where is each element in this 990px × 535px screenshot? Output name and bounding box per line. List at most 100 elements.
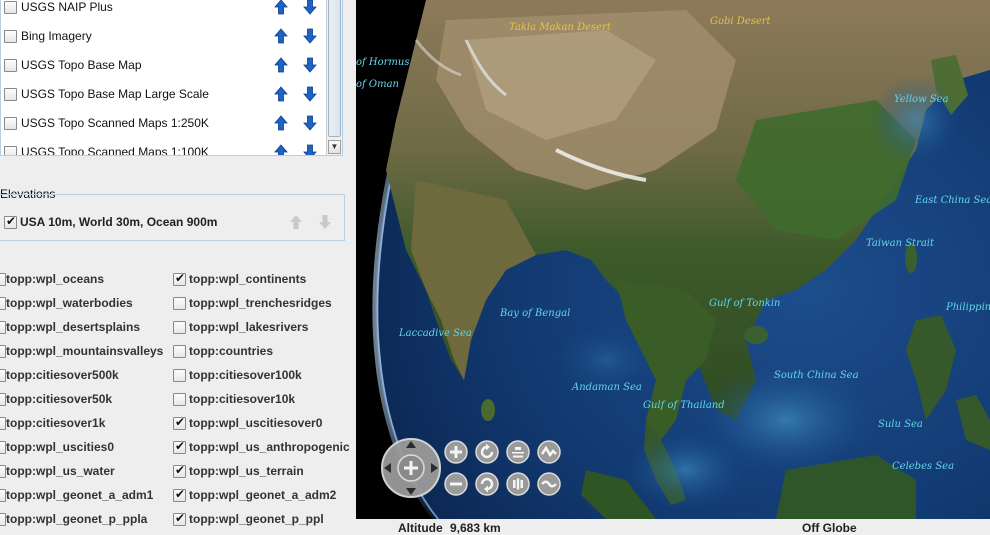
imagery-layer-list[interactable]: USGS NAIP Plus Bing Imagery USGS Topo Base…: [0, 0, 343, 156]
elevation-move-up-button[interactable]: [287, 213, 305, 231]
wfs-layer-item[interactable]: topp:countries: [173, 340, 356, 360]
imagery-layer-label: Bing Imagery: [21, 29, 92, 43]
imagery-layer-checkbox[interactable]: [4, 146, 17, 155]
imagery-layer-checkbox[interactable]: [4, 88, 17, 101]
move-down-arrow-icon[interactable]: [301, 56, 319, 74]
imagery-list-scrollbar[interactable]: ▼: [326, 0, 342, 155]
place-label-south-china-sea: South China Sea: [774, 370, 859, 381]
wfs-layer-item[interactable]: topp:citiesover500k: [0, 364, 168, 384]
imagery-layer-row[interactable]: USGS Topo Base Map: [1, 51, 326, 80]
wfs-layer-item[interactable]: topp:wpl_uscitiesover0: [173, 412, 356, 432]
heading-rotate-icon[interactable]: [475, 440, 499, 464]
wfs-layer-checkbox[interactable]: [173, 271, 186, 286]
move-up-arrow-icon[interactable]: [272, 114, 290, 132]
move-down-arrow-icon[interactable]: [301, 114, 319, 132]
wfs-layer-checkbox[interactable]: [173, 393, 186, 406]
place-label-bay-of-bengal: Bay of Bengal: [500, 308, 571, 319]
move-up-arrow-icon[interactable]: [272, 27, 290, 45]
imagery-layer-checkbox[interactable]: [4, 30, 17, 43]
pitch-down-icon[interactable]: [506, 472, 530, 496]
view-controls: [380, 437, 570, 499]
wfs-layer-checkbox[interactable]: [173, 369, 186, 382]
imagery-layer-row[interactable]: Bing Imagery: [1, 22, 326, 51]
imagery-layer-row[interactable]: USGS NAIP Plus: [1, 0, 326, 22]
wfs-layer-label: topp:wpl_geonet_p_ppla: [6, 512, 148, 526]
move-down-arrow-icon[interactable]: [301, 0, 319, 16]
elevation-layer-checkbox[interactable]: [4, 214, 17, 229]
wfs-layer-checkbox[interactable]: [173, 511, 186, 526]
wfs-layer-label: topp:wpl_mountainsvalleys: [6, 344, 164, 358]
wfs-layer-label: topp:wpl_uscitiesover0: [189, 416, 323, 430]
wfs-layer-item[interactable]: topp:citiesover100k: [173, 364, 356, 384]
scroll-down-arrow-icon[interactable]: ▼: [328, 140, 341, 154]
place-label-yellow-sea: Yellow Sea: [894, 94, 949, 105]
wfs-layer-item[interactable]: topp:wpl_oceans: [0, 268, 168, 288]
zoom-in-icon[interactable]: [444, 440, 468, 464]
wfs-layer-item[interactable]: topp:wpl_continents: [173, 268, 356, 288]
world-wind-globe-view[interactable]: Takla Makan Desert Gobi Desert of Hormus of…: [356, 0, 990, 519]
wfs-layer-label: topp:wpl_uscities0: [6, 440, 115, 454]
wfs-layer-label: topp:wpl_us_terrain: [189, 464, 304, 478]
move-up-arrow-icon[interactable]: [272, 85, 290, 103]
pan-control-icon[interactable]: [380, 437, 442, 499]
wfs-layer-checkbox[interactable]: [173, 487, 186, 502]
wfs-layer-item[interactable]: topp:wpl_geonet_p_ppla: [0, 508, 168, 528]
wfs-layer-item[interactable]: topp:wpl_us_water: [0, 460, 168, 480]
imagery-layer-label: USGS Topo Base Map Large Scale: [21, 87, 209, 101]
wfs-layer-checkbox[interactable]: [173, 297, 186, 310]
wfs-layer-item[interactable]: topp:citiesover10k: [173, 388, 356, 408]
scrollbar-thumb[interactable]: [328, 0, 341, 137]
place-label-gulf-of-thailand: Gulf of Thailand: [643, 400, 725, 411]
imagery-layer-checkbox[interactable]: [4, 117, 17, 130]
wfs-layer-label: topp:countries: [189, 344, 273, 358]
wfs-layer-label: topp:wpl_oceans: [6, 272, 105, 286]
wfs-layer-item[interactable]: topp:wpl_mountainsvalleys: [0, 340, 168, 360]
imagery-layer-checkbox[interactable]: [4, 1, 17, 14]
imagery-layer-row[interactable]: USGS Topo Scanned Maps 1:100K: [1, 138, 326, 155]
wfs-layer-checkbox[interactable]: [173, 439, 186, 454]
heading-reset-icon[interactable]: [475, 472, 499, 496]
exaggeration-up-icon[interactable]: [537, 440, 561, 464]
wfs-layer-item[interactable]: topp:citiesover1k: [0, 412, 168, 432]
move-down-arrow-icon[interactable]: [301, 85, 319, 103]
wfs-layer-item[interactable]: topp:wpl_geonet_a_adm1: [0, 484, 168, 504]
zoom-out-icon[interactable]: [444, 472, 468, 496]
layer-panel: USGS NAIP Plus Bing Imagery USGS Topo Base…: [0, 0, 356, 535]
elevation-move-down-button[interactable]: [316, 213, 334, 231]
place-label-east-china-sea: East China Sea: [915, 195, 990, 206]
move-down-arrow-icon[interactable]: [301, 27, 319, 45]
imagery-layer-row[interactable]: USGS Topo Base Map Large Scale: [1, 80, 326, 109]
imagery-layer-checkbox[interactable]: [4, 59, 17, 72]
wfs-layer-item[interactable]: topp:wpl_us_anthropogenic: [173, 436, 356, 456]
wfs-layer-checkbox[interactable]: [173, 321, 186, 334]
pitch-up-icon[interactable]: [506, 440, 530, 464]
place-label-philippine: Philippine: [946, 302, 990, 313]
wfs-layer-item[interactable]: topp:wpl_desertsplains: [0, 316, 168, 336]
wfs-layer-checkbox[interactable]: [173, 415, 186, 430]
wfs-layer-checkbox[interactable]: [173, 345, 186, 358]
place-label-of-oman: of Oman: [356, 79, 399, 90]
place-label-gulf-of-tonkin: Gulf of Tonkin: [709, 298, 781, 309]
wfs-layer-item[interactable]: topp:wpl_geonet_a_adm2: [173, 484, 356, 504]
place-label-andaman-sea: Andaman Sea: [572, 382, 642, 393]
wfs-layer-item[interactable]: topp:wpl_us_terrain: [173, 460, 356, 480]
imagery-layer-row[interactable]: USGS Topo Scanned Maps 1:250K: [1, 109, 326, 138]
wfs-layer-item[interactable]: topp:wpl_trenchesridges: [173, 292, 356, 312]
exaggeration-down-icon[interactable]: [537, 472, 561, 496]
wfs-layer-item[interactable]: topp:wpl_geonet_p_ppl: [173, 508, 356, 528]
move-up-arrow-icon[interactable]: [272, 143, 290, 155]
wfs-layer-checkbox[interactable]: [173, 463, 186, 478]
move-up-arrow-icon[interactable]: [272, 0, 290, 16]
wfs-layer-item[interactable]: topp:wpl_uscities0: [0, 436, 168, 456]
move-down-arrow-icon[interactable]: [301, 143, 319, 155]
wfs-layer-label: topp:citiesover1k: [6, 416, 106, 430]
wfs-layer-item[interactable]: topp:citiesover50k: [0, 388, 168, 408]
wfs-layer-item[interactable]: topp:wpl_waterbodies: [0, 292, 168, 312]
place-label-takla-makan-desert: Takla Makan Desert: [509, 22, 611, 33]
place-label-of-hormus: of Hormus: [356, 57, 410, 68]
wfs-layer-label: topp:wpl_us_anthropogenic: [189, 440, 350, 454]
wfs-layer-label: topp:wpl_us_water: [6, 464, 115, 478]
move-up-arrow-icon[interactable]: [272, 56, 290, 74]
wfs-layer-item[interactable]: topp:wpl_lakesrivers: [173, 316, 356, 336]
wfs-layer-label: topp:citiesover100k: [189, 368, 302, 382]
